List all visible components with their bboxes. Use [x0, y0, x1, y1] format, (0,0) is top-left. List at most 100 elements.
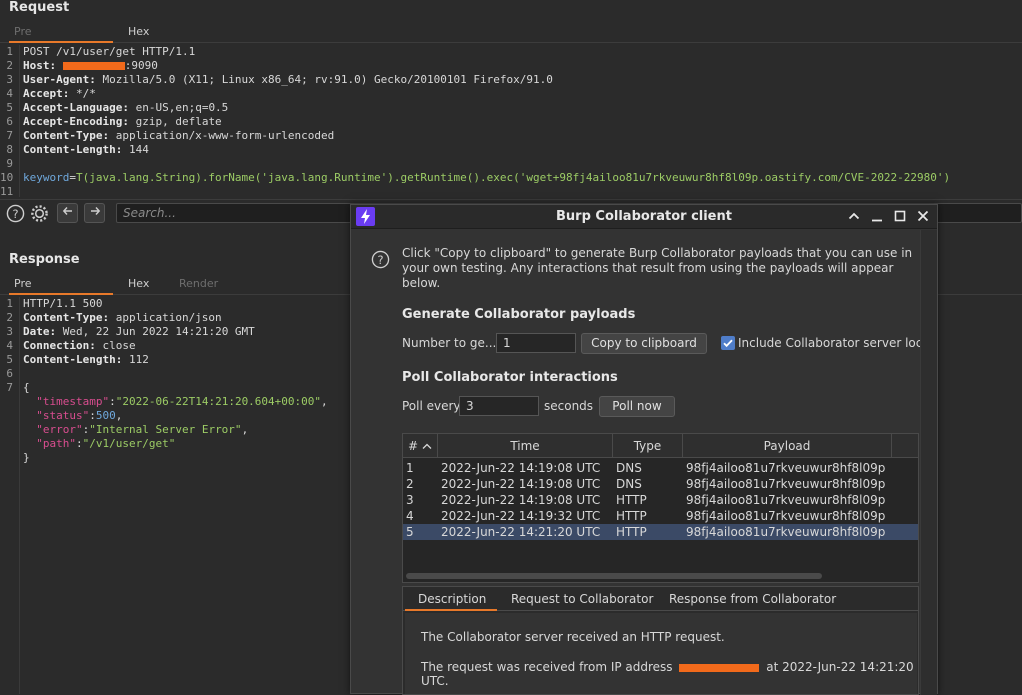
back-button[interactable] — [57, 203, 78, 223]
detail-text: The request was received from IP address — [421, 660, 673, 674]
table-row[interactable]: 4 2022-Jun-22 14:19:32 UTC HTTP 98fj4ailoo8… — [403, 508, 918, 524]
code-line: 4 Connection: close — [0, 339, 135, 353]
header-name: Content-Length: — [23, 143, 123, 156]
column-header-time[interactable]: Time — [438, 434, 613, 458]
code-line: "status":500, — [36, 409, 123, 422]
cell-type: DNS — [616, 461, 642, 475]
table-row[interactable]: 2 2022-Jun-22 14:19:08 UTC DNS 98fj4ailoo81… — [403, 476, 918, 492]
json-key: "status" — [36, 409, 90, 422]
cell-payload: 98fj4ailoo81u7rkveuwur8hf8l09p — [686, 461, 886, 475]
cell-payload: 98fj4ailoo81u7rkveuwur8hf8l09p — [686, 493, 886, 507]
table-row[interactable]: 5 2022-Jun-22 14:21:20 UTC HTTP 98fj4ailoo8… — [403, 524, 918, 540]
cell-payload: 98fj4ailoo81u7rkveuwur8hf8l09p — [686, 477, 886, 491]
code-line: 8 Content-Length: 144 — [0, 143, 148, 157]
detail-body: The Collaborator server received an HTTP… — [405, 613, 917, 694]
forward-button[interactable] — [84, 203, 105, 223]
cell-time: 2022-Jun-22 14:21:20 UTC — [441, 525, 601, 539]
interactions-table[interactable]: # Time Type Payload 1 2022-Jun-22 14:19:0… — [402, 433, 919, 583]
poll-every-label: Poll every — [402, 399, 461, 413]
header-value: 144 — [122, 143, 149, 156]
line-number: 6 — [6, 115, 13, 128]
poll-interval-input[interactable]: 3 — [459, 396, 539, 416]
request-editor[interactable]: 1 POST /v1/user/get HTTP/1.1 2 Host: :9090 3… — [0, 45, 1022, 197]
header-name: Content-Type: — [23, 129, 110, 142]
line-number: 6 — [6, 367, 13, 380]
include-location-label: Include Collaborator server locatio — [738, 336, 921, 350]
column-header-id[interactable]: # — [403, 434, 438, 458]
column-header-payload[interactable]: Payload — [683, 434, 892, 458]
cell-payload: 98fj4ailoo81u7rkveuwur8hf8l09p — [686, 525, 886, 539]
tab-hex[interactable]: Hex — [128, 25, 149, 38]
tab-description[interactable]: Description — [418, 592, 486, 606]
code-line: 5 Accept-Language: en-US,en;q=0.5 — [0, 101, 228, 115]
cell-id: 1 — [406, 461, 414, 475]
header-value: en-US,en;q=0.5 — [128, 101, 229, 114]
tab-render[interactable]: Render — [179, 277, 218, 290]
chevron-up-icon[interactable] — [846, 208, 862, 224]
line-text: { — [23, 381, 30, 394]
line-number: 2 — [6, 311, 13, 324]
header-value: 112 — [122, 353, 149, 366]
code-line: 2 Content-Type: application/json — [0, 311, 221, 325]
header-value: application/json — [109, 311, 222, 324]
header-name: Host: — [23, 59, 57, 72]
tab-pre[interactable]: Pre — [14, 25, 32, 38]
code-line: 2 Host: :9090 — [0, 59, 158, 73]
tab-request-to-collaborator[interactable]: Request to Collaborator — [511, 592, 653, 606]
number-input[interactable]: 1 — [496, 333, 576, 353]
maximize-icon[interactable] — [892, 208, 908, 224]
dialog-titlebar[interactable]: Burp Collaborator client — [351, 205, 937, 229]
json-string: "2022-06-22T14:21:20.604+00:00" — [115, 395, 322, 408]
tab-underline — [9, 293, 113, 295]
horizontal-scrollbar[interactable] — [406, 573, 822, 579]
code-line: 7 Content-Type: application/x-www-form-ur… — [0, 129, 334, 143]
tab-response-from-collaborator[interactable]: Response from Collaborator — [669, 592, 836, 606]
minimize-icon[interactable] — [869, 208, 885, 224]
header-value: application/x-www-form-urlencoded — [109, 129, 335, 142]
header-value: Wed, 22 Jun 2022 14:21:20 GMT — [56, 325, 255, 338]
header-name: Accept: — [23, 87, 70, 100]
help-icon: ? — [371, 250, 390, 269]
line-number: 5 — [6, 353, 13, 366]
header-name: Accept-Language: — [23, 101, 129, 114]
code-line: 4 Accept: */* — [0, 87, 95, 101]
json-punct: , — [115, 409, 123, 422]
json-punct: , — [321, 395, 328, 408]
line-number: 3 — [6, 73, 13, 86]
include-location-checkbox[interactable] — [721, 336, 735, 350]
json-string: "Internal Server Error" — [89, 423, 242, 436]
line-number: 9 — [6, 157, 13, 170]
json-key: "error" — [36, 423, 83, 436]
checkmark-icon — [723, 339, 733, 348]
line-number: 3 — [6, 325, 13, 338]
line-text: } — [23, 451, 30, 464]
tab-hex[interactable]: Hex — [128, 277, 149, 290]
code-line: 7{ — [0, 381, 29, 395]
table-row[interactable]: 3 2022-Jun-22 14:19:08 UTC HTTP 98fj4ailoo8… — [403, 492, 918, 508]
line-number: 2 — [6, 59, 13, 72]
cell-id: 2 — [406, 477, 414, 491]
column-header-type[interactable]: Type — [613, 434, 683, 458]
sort-ascending-icon — [422, 443, 432, 449]
cell-time: 2022-Jun-22 14:19:08 UTC — [441, 477, 601, 491]
table-row[interactable]: 1 2022-Jun-22 14:19:08 UTC DNS 98fj4ailoo81… — [403, 460, 918, 476]
line-text: POST /v1/user/get HTTP/1.1 — [23, 45, 196, 58]
tab-pre[interactable]: Pre — [14, 277, 32, 290]
code-line: 6 Accept-Encoding: gzip, deflate — [0, 115, 221, 129]
cell-id: 5 — [406, 525, 414, 539]
line-number: 11 — [0, 185, 14, 197]
redacted-ip — [679, 663, 760, 672]
gear-icon[interactable] — [30, 204, 49, 223]
header-name: Content-Type: — [23, 311, 110, 324]
code-line: "error":"Internal Server Error", — [36, 423, 249, 436]
code-line: 5 Content-Length: 112 — [0, 353, 148, 367]
copy-to-clipboard-button[interactable]: Copy to clipboard — [581, 333, 707, 354]
poll-now-button[interactable]: Poll now — [599, 396, 675, 417]
code-line: 3 User-Agent: Mozilla/5.0 (X11; Linux x86… — [0, 73, 552, 87]
code-line: "path":"/v1/user/get" — [36, 437, 176, 450]
help-icon[interactable]: ? — [6, 204, 25, 223]
close-icon[interactable] — [915, 208, 931, 224]
header-value: */* — [69, 87, 96, 100]
cell-payload: 98fj4ailoo81u7rkveuwur8hf8l09p — [686, 509, 886, 523]
vertical-scrollbar[interactable] — [920, 230, 937, 695]
